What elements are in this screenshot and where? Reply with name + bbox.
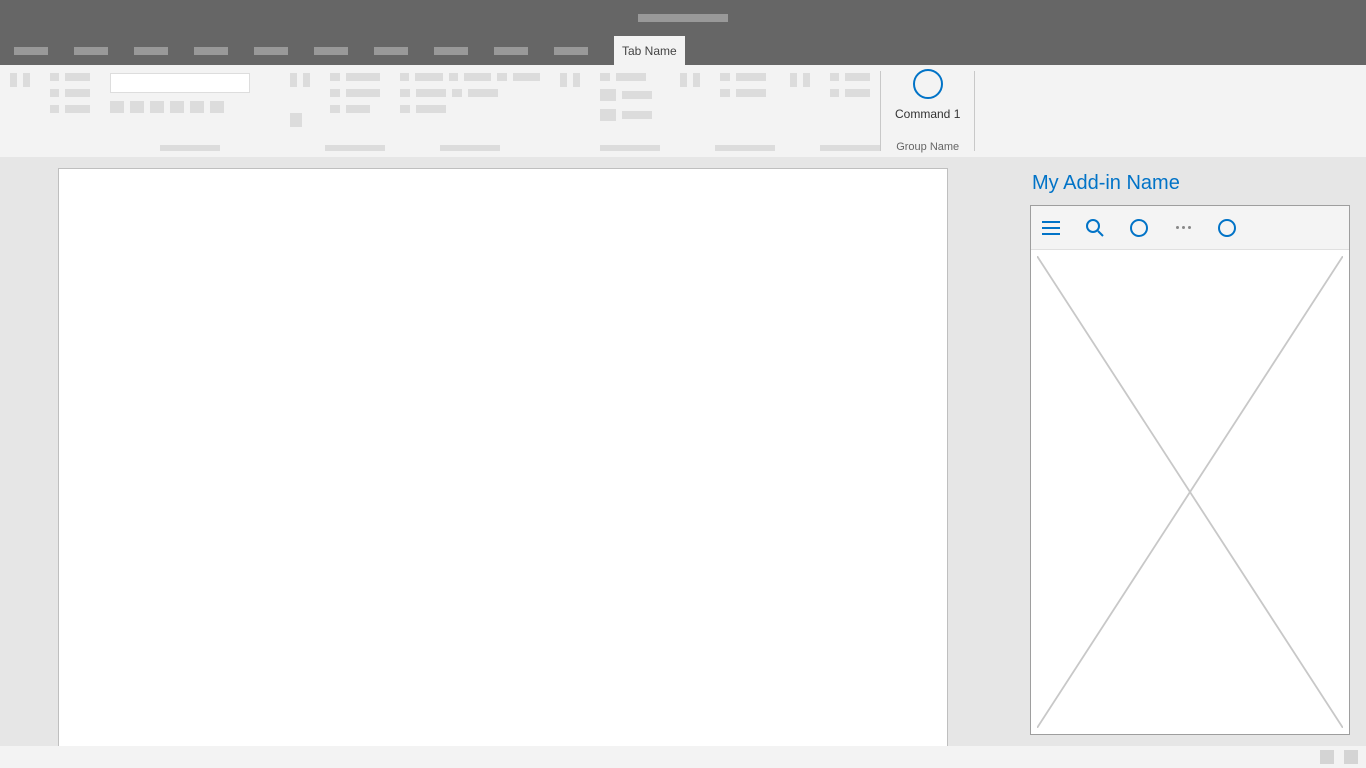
tab-placeholder[interactable] bbox=[194, 47, 228, 55]
ribbon-group-placeholder bbox=[710, 65, 780, 157]
ribbon-input-placeholder[interactable] bbox=[110, 73, 250, 93]
tab-active-label: Tab Name bbox=[622, 44, 677, 58]
tab-placeholder[interactable] bbox=[494, 47, 528, 55]
window-title-placeholder bbox=[638, 14, 728, 22]
task-pane-body bbox=[1030, 205, 1350, 735]
ribbon-group-placeholder bbox=[820, 65, 880, 157]
title-bar bbox=[0, 0, 1366, 36]
tab-placeholder[interactable] bbox=[74, 47, 108, 55]
tab-strip: Tab Name bbox=[0, 36, 1366, 65]
tab-placeholder[interactable] bbox=[554, 47, 588, 55]
task-pane-title: My Add-in Name bbox=[1030, 168, 1350, 205]
ribbon-group-placeholder bbox=[670, 65, 710, 157]
more-icon[interactable] bbox=[1173, 218, 1193, 238]
ribbon-group-placeholder bbox=[0, 65, 40, 157]
ribbon-group-label: Group Name bbox=[896, 141, 959, 153]
tab-placeholder[interactable] bbox=[254, 47, 288, 55]
circle-icon bbox=[913, 69, 943, 99]
tab-placeholder[interactable] bbox=[314, 47, 348, 55]
ribbon-group-placeholder bbox=[280, 65, 320, 157]
search-icon[interactable] bbox=[1085, 218, 1105, 238]
ribbon-group-placeholder bbox=[550, 65, 590, 157]
circle-icon[interactable] bbox=[1129, 218, 1149, 238]
tab-placeholder[interactable] bbox=[14, 47, 48, 55]
ribbon-separator bbox=[974, 71, 975, 151]
hamburger-icon[interactable] bbox=[1041, 218, 1061, 238]
task-pane-content-placeholder bbox=[1037, 256, 1343, 728]
ribbon: Command 1 Group Name bbox=[0, 65, 1366, 157]
tab-active[interactable]: Tab Name bbox=[614, 36, 685, 65]
circle-icon[interactable] bbox=[1217, 218, 1237, 238]
tab-placeholder[interactable] bbox=[134, 47, 168, 55]
ribbon-group-placeholder bbox=[100, 65, 280, 157]
status-bar bbox=[0, 746, 1366, 768]
document-canvas[interactable] bbox=[58, 168, 948, 748]
ribbon-group-placeholder bbox=[780, 65, 820, 157]
tab-placeholder[interactable] bbox=[434, 47, 468, 55]
task-pane-toolbar bbox=[1031, 206, 1349, 250]
ribbon-group-placeholder bbox=[320, 65, 390, 157]
ribbon-group-placeholder bbox=[40, 65, 100, 157]
ribbon-group-placeholder bbox=[590, 65, 670, 157]
ribbon-group-command: Command 1 Group Name bbox=[881, 65, 974, 157]
status-view-button[interactable] bbox=[1344, 750, 1358, 764]
command-1-label: Command 1 bbox=[895, 107, 960, 121]
ribbon-group-placeholder bbox=[390, 65, 550, 157]
workspace: My Add-in Name bbox=[0, 157, 1366, 746]
tab-placeholder[interactable] bbox=[374, 47, 408, 55]
status-view-button[interactable] bbox=[1320, 750, 1334, 764]
task-pane: My Add-in Name bbox=[1030, 168, 1350, 735]
command-1-button[interactable]: Command 1 bbox=[895, 69, 960, 121]
